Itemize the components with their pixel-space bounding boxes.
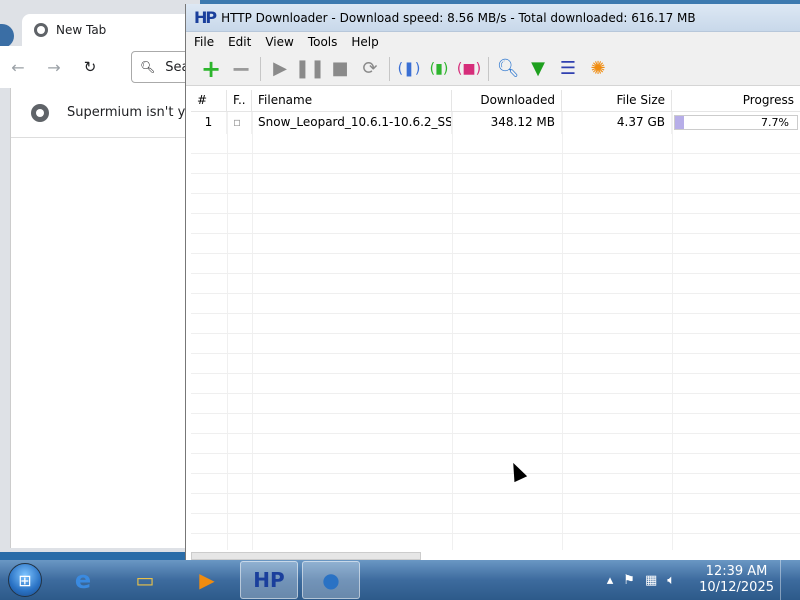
start-button[interactable]: ⊞ [0, 560, 50, 600]
download-list[interactable]: # F.. Filename Downloaded File Size Prog… [191, 90, 800, 550]
progress-fill [675, 116, 685, 129]
windows-logo-icon: ⊞ [8, 563, 42, 597]
col-header-file[interactable]: F.. [227, 90, 252, 111]
toolbar-separator [389, 56, 390, 81]
downloader-titlebar[interactable]: HP HTTP Downloader - Download speed: 8.5… [186, 4, 800, 32]
row-file-size: 4.37 GB [562, 112, 672, 134]
start-all-icon[interactable]: (▮) [424, 55, 454, 83]
infobar-message: Supermium isn't you [67, 105, 202, 120]
back-arrow-icon[interactable]: ← [0, 58, 36, 77]
add-icon[interactable]: + [196, 55, 226, 83]
browser-toolbar: ← → ↻ 🔍︎ [0, 46, 211, 88]
browser-tab[interactable]: New Tab [22, 14, 202, 46]
clock-time: 12:39 AM [705, 564, 768, 579]
stop-icon[interactable]: ■ [325, 55, 355, 83]
clock[interactable]: 12:39 AM 10/12/2025 [689, 564, 774, 596]
remove-icon[interactable]: − [226, 55, 256, 83]
flag-icon[interactable]: ⚑ [623, 573, 635, 588]
toolbar-separator [488, 56, 489, 81]
pause-active-icon[interactable]: (❚) [394, 55, 424, 83]
list-grid [191, 134, 800, 550]
network-icon[interactable]: ▦ [645, 573, 657, 588]
toolbar-separator [260, 56, 261, 81]
ie-taskbar-button[interactable]: e [54, 561, 112, 599]
browser-content: Supermium isn't you [10, 88, 201, 548]
browser-edge [0, 24, 14, 48]
restart-icon[interactable]: ⟳ [355, 55, 385, 83]
globe-icon [34, 23, 48, 37]
col-header-downloaded[interactable]: Downloaded [452, 90, 562, 111]
horizontal-scrollbar[interactable] [191, 552, 421, 560]
col-header-progress[interactable]: Progress [672, 90, 800, 111]
volume-muted-icon[interactable]: 🔈︎ [667, 573, 675, 588]
menu-edit[interactable]: Edit [228, 35, 251, 49]
http-downloader-logo-icon: HP [194, 8, 217, 27]
menu-file[interactable]: File [194, 35, 214, 49]
search-icon[interactable]: 🔍︎ [493, 55, 523, 83]
col-header-filename[interactable]: Filename [252, 90, 452, 111]
explorer-taskbar-button[interactable]: ▭ [116, 561, 174, 599]
col-header-file-size[interactable]: File Size [562, 90, 672, 111]
downloader-menubar: File Edit View Tools Help [186, 32, 800, 52]
list-icon[interactable]: ☰ [553, 55, 583, 83]
progress-bar: 7.7% [674, 115, 798, 130]
show-hidden-icons-icon[interactable]: ▴ [607, 573, 614, 588]
reload-icon[interactable]: ↻ [72, 58, 108, 76]
media-player-taskbar-button[interactable]: ▶ [178, 561, 236, 599]
downloader-toolbar: + − ▶ ❚❚ ■ ⟳ (❚) (▮) (■) 🔍︎ ▼ ☰ ✺ [186, 52, 800, 86]
stop-all-icon[interactable]: (■) [454, 55, 484, 83]
browser-window: New Tab ← → ↻ 🔍︎ Supermium isn't you [0, 0, 211, 552]
menu-view[interactable]: View [265, 35, 293, 49]
start-icon[interactable]: ▶ [265, 55, 295, 83]
clock-date: 10/12/2025 [699, 580, 774, 595]
file-type-icon: ▫ [227, 112, 252, 134]
filter-icon[interactable]: ▼ [523, 55, 553, 83]
browser-taskbar-button[interactable]: ● [302, 561, 360, 599]
downloader-title: HTTP Downloader - Download speed: 8.56 M… [221, 10, 696, 25]
row-num: 1 [191, 112, 227, 134]
system-tray: ▴ ⚑ ▦ 🔈︎ 12:39 AM 10/12/2025 [597, 560, 800, 600]
row-downloaded: 348.12 MB [452, 112, 562, 134]
browser-logo-icon [31, 103, 49, 122]
browser-tab-title: New Tab [56, 23, 107, 37]
search-icon: 🔍︎ [140, 60, 156, 74]
browser-infobar: Supermium isn't you [11, 88, 201, 138]
forward-arrow-icon[interactable]: → [36, 58, 72, 77]
pause-icon[interactable]: ❚❚ [295, 55, 325, 83]
options-icon[interactable]: ✺ [583, 55, 613, 83]
taskbar: ⊞ e ▭ ▶ HP ● ▴ ⚑ ▦ 🔈︎ 12:39 AM 10/12/202… [0, 560, 800, 600]
row-filename: Snow_Leopard_10.6.1-10.6.2_SSE2_... [252, 112, 452, 134]
menu-help[interactable]: Help [351, 35, 378, 49]
http-downloader-window: HP HTTP Downloader - Download speed: 8.5… [185, 4, 800, 560]
menu-tools[interactable]: Tools [308, 35, 338, 49]
show-desktop-button[interactable] [780, 560, 794, 600]
progress-text: 7.7% [761, 116, 789, 129]
col-header-num[interactable]: # [191, 90, 227, 111]
list-header: # F.. Filename Downloaded File Size Prog… [191, 90, 800, 112]
table-row[interactable]: 1 ▫ Snow_Leopard_10.6.1-10.6.2_SSE2_... … [191, 112, 800, 134]
row-progress: 7.7% [672, 112, 800, 134]
http-downloader-taskbar-button[interactable]: HP [240, 561, 298, 599]
browser-tabstrip: New Tab [0, 0, 202, 48]
